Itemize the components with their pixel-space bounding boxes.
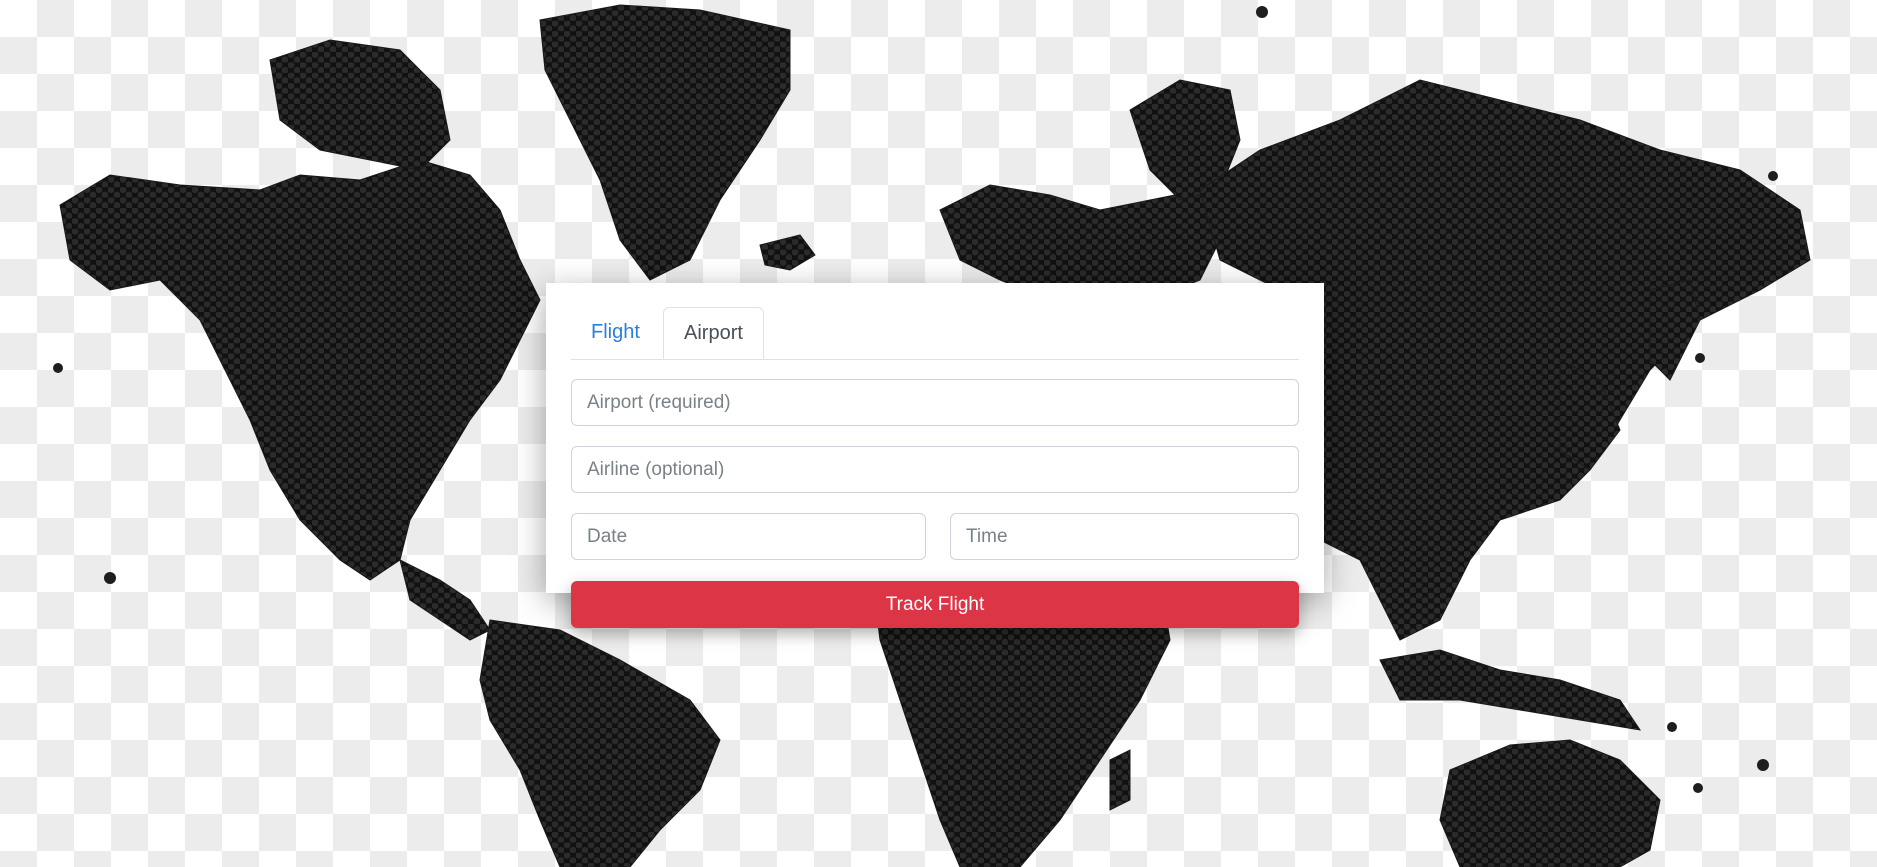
iceland xyxy=(759,234,816,271)
track-flight-button[interactable]: Track Flight xyxy=(571,581,1299,628)
date-input[interactable] xyxy=(571,513,926,560)
tab-airport[interactable]: Airport xyxy=(663,307,764,359)
tab-flight[interactable]: Flight xyxy=(571,307,660,358)
central-america xyxy=(399,559,491,641)
australia xyxy=(1439,739,1661,867)
south-america xyxy=(479,619,721,867)
flight-tracker-card: Flight Airport Track Flight xyxy=(546,283,1324,628)
time-input[interactable] xyxy=(950,513,1299,560)
tab-bar: Flight Airport xyxy=(571,307,1299,360)
north-america xyxy=(59,159,541,581)
madagascar xyxy=(1109,749,1131,811)
kamchatka xyxy=(1649,279,1701,381)
greenland xyxy=(539,4,791,281)
airline-input[interactable] xyxy=(571,446,1299,493)
indonesia xyxy=(1379,649,1642,731)
airport-input[interactable] xyxy=(571,379,1299,426)
arctic-islands xyxy=(269,39,451,171)
